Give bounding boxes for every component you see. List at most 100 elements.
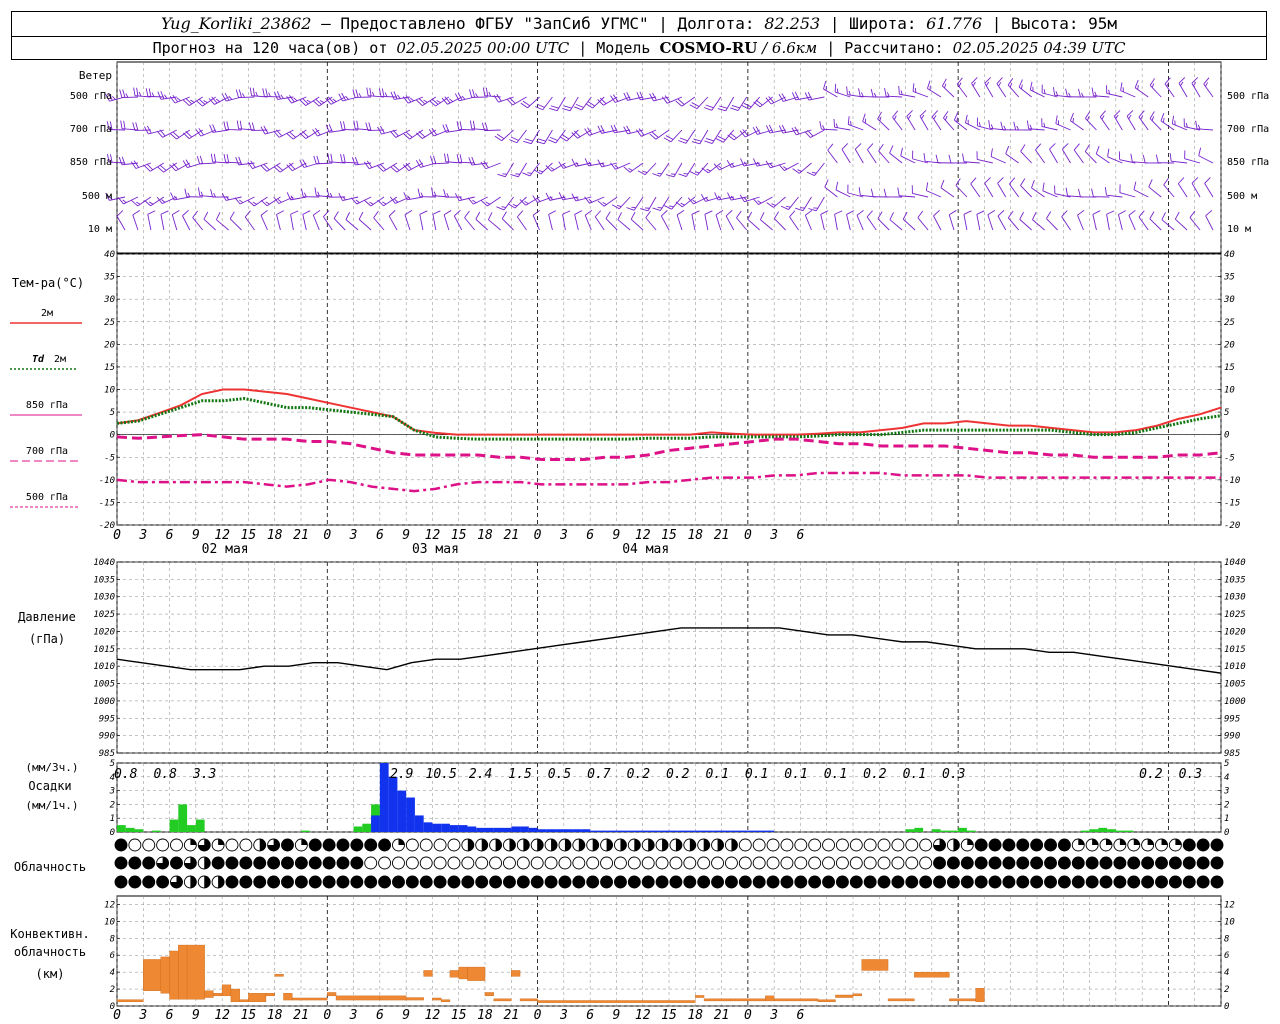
wind-barb-feather [1171, 115, 1175, 124]
wind-barb-feather [574, 106, 583, 111]
wind-barb-feather [373, 210, 379, 219]
precip-bar-rain [905, 829, 915, 832]
wind-barb-feather [1087, 116, 1090, 121]
wind-barb-feather [119, 89, 123, 98]
wind-barb-feather [1163, 118, 1165, 123]
precip-bar-snow [642, 830, 652, 832]
cloud-cover-full [517, 876, 530, 888]
y-tick-label-right: 4 [1224, 773, 1229, 783]
wind-barb-staff [848, 124, 864, 131]
cloud-cover-circle [905, 856, 919, 870]
wind-barb-staff [846, 214, 851, 231]
wind-barb-feather [1161, 212, 1166, 220]
cloud-cover-full [753, 876, 766, 888]
cloud-cover-full [1058, 839, 1071, 851]
wind-barb-feather [642, 170, 648, 173]
wind-barb-staff [548, 214, 553, 231]
wind-barb-staff [1149, 118, 1162, 131]
x-hour-label: 6 [376, 1008, 384, 1023]
wind-barb-feather [661, 210, 668, 217]
wind-level-850hpa: 850 гПа [70, 157, 112, 168]
wind-barb-feather [1055, 115, 1058, 124]
wind-barb-staff [1148, 186, 1162, 198]
wind-barb-staff [1007, 217, 1020, 231]
wind-barb-feather [691, 210, 700, 215]
cloud-cover-sector [662, 839, 669, 851]
cloud-cover-circle [863, 856, 877, 870]
wind-barb-feather [524, 138, 533, 142]
cloud-cover-full [1127, 857, 1140, 869]
wind-barb-staff [216, 219, 229, 231]
wind-barb-feather [1130, 153, 1133, 162]
x-hour-label: 3 [769, 528, 778, 543]
convective-cloud-bar [432, 997, 442, 1001]
cloud-cover-circle [766, 856, 780, 870]
y-tick-label-right: 5 [1224, 408, 1229, 418]
precip-bar-snow [581, 829, 591, 832]
wind-barb-feather [353, 120, 356, 129]
cloud-cover-sector [537, 839, 544, 851]
wind-barb-staff [996, 83, 1007, 98]
cloud-cover-circle [600, 856, 614, 870]
precip-bar-snow [502, 827, 512, 832]
x-hour-label: 6 [376, 528, 384, 543]
wind-barb-feather [834, 210, 843, 215]
x-hour-label: 3 [349, 528, 358, 543]
wind-barb-feather [752, 198, 759, 205]
cloud-cover-circle [711, 856, 725, 870]
cloud-cover-full [253, 857, 266, 869]
wind-barb-staff [292, 162, 307, 172]
wind-barb-feather [242, 93, 245, 98]
cloud-cover-circle [419, 838, 433, 852]
convective-cloud-bar [178, 944, 188, 1000]
wind-barb-staff [1178, 82, 1188, 98]
cloud-cover-full [989, 876, 1002, 888]
wind-barb-staff [760, 219, 773, 231]
wind-barb-feather [1032, 212, 1037, 220]
wind-barb-feather [200, 191, 204, 197]
cloud-cover-sector [204, 876, 211, 888]
convective-cloud-bar [765, 995, 775, 1002]
wind-barb-feather [948, 154, 952, 164]
wind-barb-staff [501, 129, 514, 142]
precip-3h-label: 0.1 [784, 767, 807, 782]
wind-barb-feather [1029, 81, 1033, 91]
precip-bar-snow [520, 826, 529, 832]
wind-barb-feather [184, 188, 188, 197]
convective-cloud-bar [169, 950, 179, 1000]
wind-barb-feather [497, 173, 506, 178]
wind-barb-feather [366, 87, 369, 96]
convective-cloud-bar [204, 990, 214, 998]
cloud-cover-sector [564, 839, 571, 851]
x-hour-label: 3 [138, 1008, 147, 1023]
cloud-cover-full [1197, 839, 1210, 851]
convective-cloud-bar [467, 966, 486, 981]
wind-barb-staff [770, 162, 786, 169]
wind-barb-staff [132, 214, 139, 231]
precip-3h-label: 0.3 [1179, 767, 1202, 782]
wind-barb-feather [356, 120, 359, 129]
wind-barb-staff [814, 162, 825, 176]
cloud-cover-full [891, 876, 904, 888]
wind-barb-staff [517, 162, 527, 177]
wind-barb-feather [273, 196, 280, 204]
x-hour-label: 6 [797, 1008, 805, 1023]
wind-barb-feather [382, 201, 387, 205]
wind-barb-staff [1061, 149, 1071, 164]
convective-cloud-bar [537, 1000, 696, 1003]
wind-barb-feather [377, 199, 384, 207]
cloud-cover-full [115, 876, 127, 888]
wind-barb-feather [442, 124, 447, 133]
precip-3h-label: 1.5 [508, 767, 532, 782]
wind-barb-feather [1128, 209, 1136, 216]
cloud-cover-circle [738, 838, 752, 852]
cloud-cover-full [1058, 857, 1071, 869]
precip-bar-snow [730, 830, 740, 832]
wind-barb-feather [316, 155, 320, 164]
cloud-cover-full [794, 876, 807, 888]
wind-barb-feather [397, 94, 401, 99]
wind-barb-feather [1205, 82, 1208, 87]
wind-barb-feather [249, 87, 252, 96]
wind-barb-staff [744, 196, 760, 203]
wind-barb-feather [255, 91, 258, 97]
